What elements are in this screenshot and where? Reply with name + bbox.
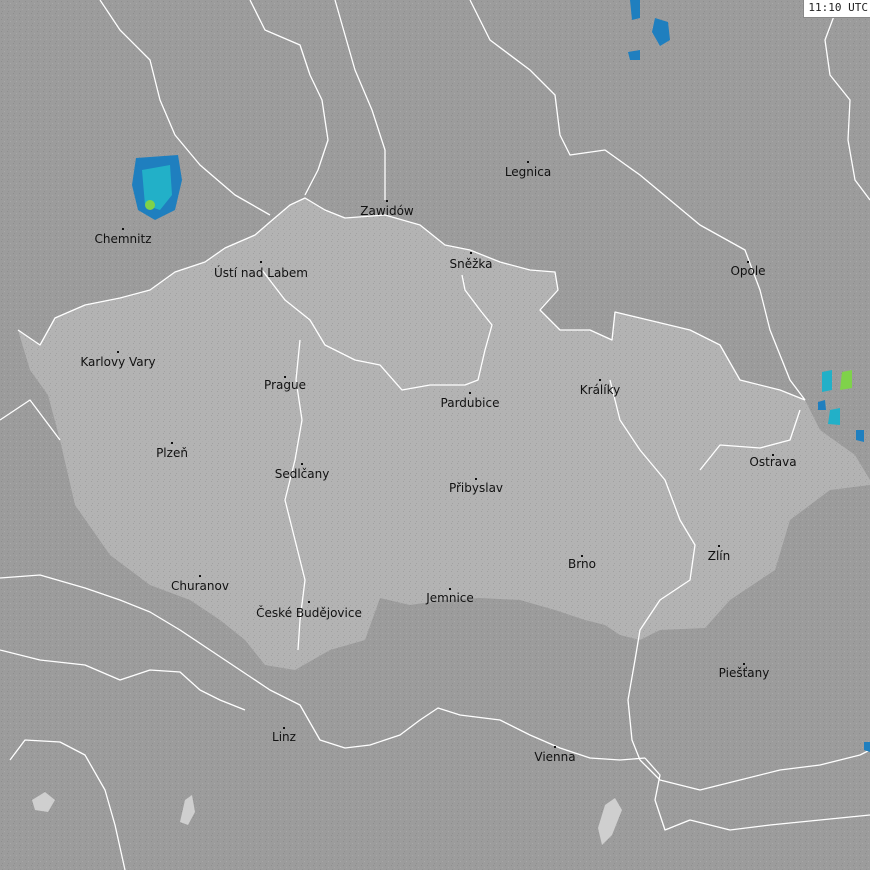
city-marker-zawidow — [386, 200, 388, 202]
city-marker-chemnitz — [122, 228, 124, 230]
city-marker-sedlcany — [301, 463, 303, 465]
city-label-churanov: Churanov — [171, 579, 229, 593]
city-label-jemnice: Jemnice — [426, 591, 474, 605]
city-label-budejovice: České Budějovice — [256, 606, 362, 620]
city-marker-snezka — [470, 252, 472, 254]
city-label-zlin: Zlín — [707, 549, 731, 563]
city-label-vienna: Vienna — [534, 750, 576, 764]
city-marker-budejovice — [308, 601, 310, 603]
city-marker-karlovy-vary — [117, 351, 119, 353]
city-label-chemnitz: Chemnitz — [94, 232, 152, 246]
city-marker-pribyslav — [475, 478, 477, 480]
city-marker-jemnice — [449, 588, 451, 590]
city-label-usti: Ústí nad Labem — [213, 266, 309, 280]
city-label-piestany: Piešťany — [718, 666, 770, 680]
city-label-opole: Opole — [730, 264, 766, 278]
city-label-pardubice: Pardubice — [440, 396, 500, 410]
city-label-brno: Brno — [568, 557, 596, 571]
echo-chemnitz — [132, 155, 182, 220]
city-marker-kraliky — [599, 379, 601, 381]
city-marker-plzen — [171, 442, 173, 444]
city-marker-linz — [283, 727, 285, 729]
city-marker-opole — [747, 261, 749, 263]
city-label-snezka: Sněžka — [449, 257, 493, 271]
city-label-prague: Prague — [264, 378, 306, 392]
city-label-ostrava: Ostrava — [749, 455, 797, 469]
city-marker-pardubice — [469, 392, 471, 394]
city-label-plzen: Plzeň — [156, 446, 188, 460]
radar-map[interactable]: Chemnitz Zawidów Legnica Ústí nad Labem Sněž… — [0, 0, 870, 870]
city-label-karlovy-vary: Karlovy Vary — [80, 355, 156, 369]
timestamp-label: 11:10 UTC — [803, 0, 870, 18]
city-marker-piestany — [743, 663, 745, 665]
city-label-zawidow: Zawidów — [360, 204, 414, 218]
city-label-legnica: Legnica — [504, 165, 552, 179]
city-marker-vienna — [554, 746, 556, 748]
map-canvas — [0, 0, 870, 870]
city-marker-legnica — [527, 161, 529, 163]
city-marker-churanov — [199, 575, 201, 577]
city-marker-usti — [260, 261, 262, 263]
city-label-pribyslav: Přibyslav — [448, 481, 504, 495]
city-label-kraliky: Králíky — [579, 383, 621, 397]
city-marker-zlin — [718, 545, 720, 547]
city-label-linz: Linz — [272, 730, 296, 744]
city-label-sedlcany: Sedlčany — [274, 467, 330, 481]
